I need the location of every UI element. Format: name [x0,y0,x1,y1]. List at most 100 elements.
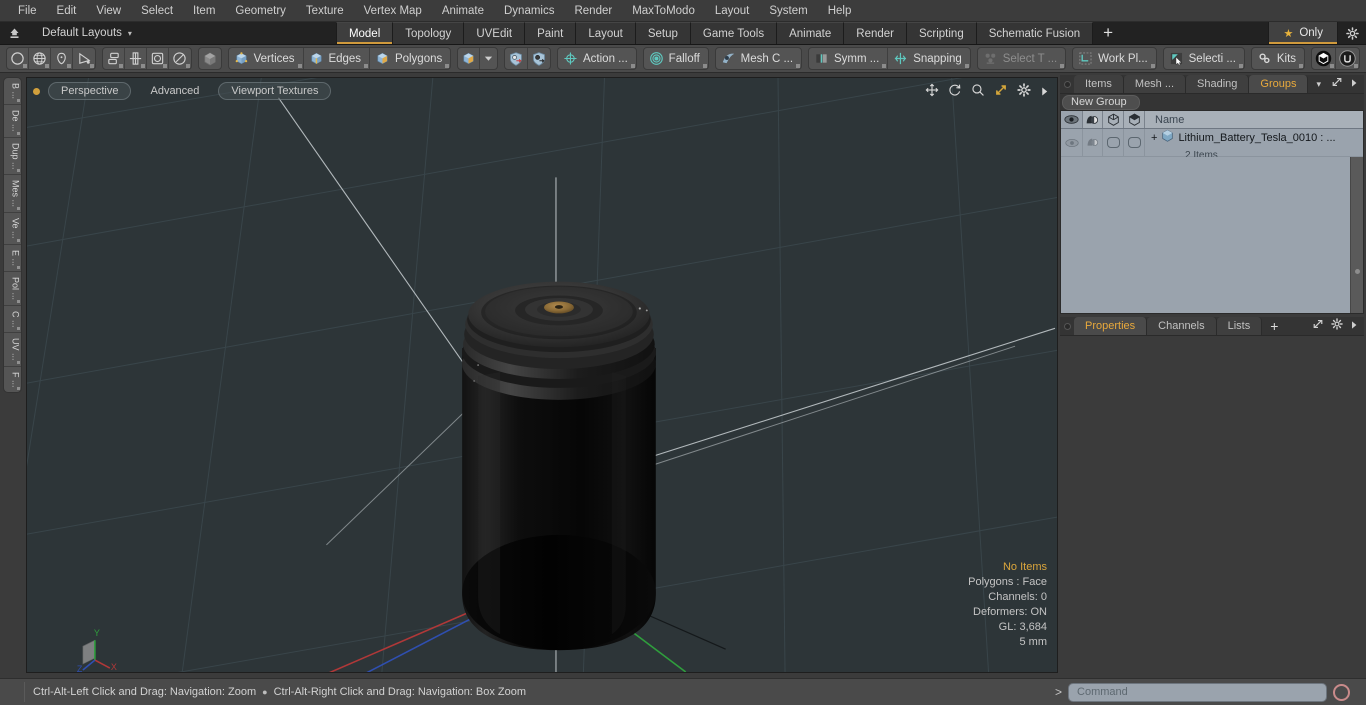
pan-icon[interactable] [925,83,939,102]
tab-schematic-fusion[interactable]: Schematic Fusion [976,22,1094,44]
tab-channels[interactable]: Channels [1147,317,1217,335]
cube-gray-icon[interactable] [199,48,221,69]
array-icon[interactable] [103,48,125,69]
tab-items[interactable]: Items [1074,75,1124,93]
gear-icon[interactable] [1331,317,1343,335]
tab-lists[interactable]: Lists [1216,317,1263,335]
menu-item-render[interactable]: Render [564,0,622,22]
menu-item-maxtomodo[interactable]: MaxToModo [622,0,705,22]
sphere-cut-icon[interactable] [169,48,191,69]
vtool-vertex[interactable]: Ve ... [3,213,21,245]
row-wireframe-toggle[interactable] [1103,129,1124,156]
row-shading-toggle[interactable] [1083,129,1103,156]
tab-paint[interactable]: Paint [525,22,577,44]
tab-groups[interactable]: Groups [1249,75,1309,93]
command-input[interactable]: Command [1068,682,1327,702]
zoom-icon[interactable] [971,83,985,102]
mirror-icon[interactable] [125,48,147,69]
tab-layout[interactable]: Layout [576,22,636,44]
row-name-cell[interactable]: + Lithium_Battery_Tesla_0010 : ... 2 Ite… [1145,129,1363,161]
cube-black-icon[interactable] [1312,48,1337,69]
menu-item-view[interactable]: View [86,0,131,22]
menu-item-vertex-map[interactable]: Vertex Map [354,0,432,22]
tab-setup[interactable]: Setup [635,22,691,44]
only-toggle[interactable]: ★ Only [1268,22,1338,44]
menu-item-texture[interactable]: Texture [296,0,354,22]
globe-icon[interactable] [29,48,51,69]
menu-item-file[interactable]: File [8,0,47,22]
menu-item-select[interactable]: Select [131,0,183,22]
rotate-icon[interactable] [948,83,962,102]
tab-render[interactable]: Render [844,22,907,44]
props-menu-knob[interactable] [1060,317,1074,335]
vtool-basic[interactable]: B ... [3,78,21,106]
vtool-deform[interactable]: De ... [3,105,21,138]
work-plane-button[interactable]: Work Pl... [1073,48,1156,69]
select-through-button[interactable]: Select T ... [978,48,1065,69]
row-wireframe-shaded-toggle[interactable] [1124,129,1145,156]
vtool-polygon[interactable]: Pol ... [3,272,21,306]
viewport-shading-dropdown[interactable]: Advanced [137,82,212,100]
add-tab-button[interactable]: + [1093,22,1123,44]
vtool-uv[interactable]: UV ... [3,333,21,367]
default-layouts-dropdown[interactable]: Default Layouts ▾ [28,22,142,44]
chevron-right-icon[interactable] [1350,317,1358,335]
groups-list-scrollbar[interactable] [1350,157,1363,313]
gear-icon[interactable] [1338,22,1366,44]
chevron-down-icon[interactable]: ▾ [1308,75,1329,93]
viewport-textures-dropdown[interactable]: Viewport Textures [218,82,332,100]
kits-button[interactable]: Kits [1252,48,1304,69]
groups-list-empty-area[interactable] [1061,157,1350,313]
record-icon[interactable] [1333,683,1350,701]
menu-item-help[interactable]: Help [818,0,862,22]
snapping-button[interactable]: Snapping [888,48,970,69]
selection-sets-button[interactable]: Selecti ... [1164,48,1244,69]
falloff-button[interactable]: Falloff [644,48,708,69]
fit-icon[interactable] [994,83,1008,102]
vtool-curve[interactable]: C ... [3,306,21,334]
circle-icon[interactable] [7,48,29,69]
cube-orange-icon[interactable] [458,48,481,69]
tab-properties[interactable]: Properties [1074,317,1148,335]
expand-panel-icon[interactable] [1312,317,1324,335]
radial-icon[interactable] [147,48,169,69]
expand-panel-icon[interactable] [1331,75,1343,93]
vertices-mode-button[interactable]: Vertices [229,48,304,69]
panel-menu-knob[interactable] [1060,75,1074,93]
properties-content-area[interactable] [1060,336,1364,673]
expander-icon[interactable]: + [1151,132,1157,144]
curve-icon[interactable] [73,48,95,69]
shield-rotate-icon[interactable] [528,48,550,69]
menu-item-dynamics[interactable]: Dynamics [494,0,564,22]
menu-item-item[interactable]: Item [183,0,225,22]
tab-animate[interactable]: Animate [777,22,845,44]
chevron-down-icon[interactable] [480,48,497,69]
vtool-edge[interactable]: E ... [3,245,21,272]
tab-mesh[interactable]: Mesh ... [1123,75,1187,93]
mesh-constraint-button[interactable]: Mesh C ... [716,48,801,69]
tab-uvedit[interactable]: UVEdit [464,22,526,44]
unreal-icon[interactable] [1336,48,1359,69]
row-visibility-toggle[interactable] [1061,129,1083,156]
add-properties-tab-button[interactable]: + [1262,317,1286,335]
menu-item-geometry[interactable]: Geometry [225,0,296,22]
viewport-3d[interactable]: Y X Z Perspective Advanced Viewport Text… [26,77,1058,673]
action-center-button[interactable]: Action ... [558,48,636,69]
tab-shading[interactable]: Shading [1186,75,1250,93]
vtool-fusion[interactable]: F ... [4,367,21,392]
pen-icon[interactable] [51,48,73,69]
new-group-button[interactable]: New Group [1062,94,1140,110]
chevron-right-icon[interactable] [1040,84,1049,102]
home-icon[interactable] [0,22,28,44]
tab-scripting[interactable]: Scripting [906,22,977,44]
menu-item-edit[interactable]: Edit [47,0,87,22]
vtool-mesh-edit[interactable]: Mes ... [3,175,21,214]
menu-item-system[interactable]: System [759,0,817,22]
gear-icon[interactable] [1017,83,1031,102]
menu-item-layout[interactable]: Layout [705,0,760,22]
tab-game-tools[interactable]: Game Tools [690,22,778,44]
symmetry-button[interactable]: Symm ... [809,48,889,69]
viewport-camera-dropdown[interactable]: Perspective [48,82,132,100]
menu-item-animate[interactable]: Animate [432,0,494,22]
edges-mode-button[interactable]: Edges [304,48,371,69]
